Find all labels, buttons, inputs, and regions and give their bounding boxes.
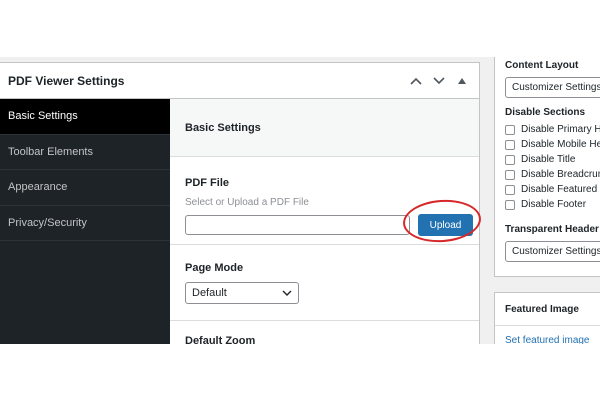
checkbox-disable-breadcrumb[interactable]: Disable Breadcrumb [505, 167, 600, 182]
checkbox-disable-mobile-header[interactable]: Disable Mobile Header [505, 137, 600, 152]
metabox-title: PDF Viewer Settings [8, 73, 125, 88]
section-title: Basic Settings [185, 121, 261, 134]
checkbox-label: Disable Featured Image [521, 184, 600, 195]
transparent-header-select[interactable]: Customizer Settings [505, 241, 600, 262]
pdf-file-label: PDF File [185, 177, 230, 189]
collapse-toggle-icon[interactable] [455, 74, 469, 88]
set-featured-image-link[interactable]: Set featured image [505, 335, 600, 344]
page-mode-field: Page Mode Default [170, 245, 479, 321]
checkbox[interactable] [505, 199, 515, 210]
settings-tabs: Basic Settings Toolbar Elements Appearan… [0, 99, 170, 344]
transparent-header-value: Customizer Settings [512, 246, 600, 257]
checkbox-label: Disable Title [521, 154, 576, 165]
checkbox-label: Disable Primary Header [521, 124, 600, 135]
tab-label: Privacy/Security [8, 216, 87, 229]
metabox-body: Basic Settings Toolbar Elements Appearan… [0, 99, 483, 344]
upload-button[interactable]: Upload [418, 214, 473, 236]
pdf-file-field: PDF File Select or Upload a PDF File Upl… [170, 157, 483, 245]
pdf-viewer-settings-metabox: PDF Viewer Settings Basic Settings Toolb… [0, 62, 483, 344]
tab-label: Toolbar Elements [8, 145, 93, 158]
default-zoom-field: Default Zoom [170, 321, 479, 344]
page-mode-label: Page Mode [185, 262, 244, 274]
checkbox[interactable] [505, 139, 515, 150]
tab-label: Appearance [8, 181, 68, 194]
featured-image-panel: Featured Image Set featured image [494, 292, 600, 344]
featured-image-header[interactable]: Featured Image [495, 293, 600, 326]
move-down-icon[interactable] [432, 74, 446, 88]
tab-privacy-security[interactable]: Privacy/Security [0, 206, 170, 241]
checkbox-disable-primary-header[interactable]: Disable Primary Header [505, 122, 600, 137]
section-header: Basic Settings [170, 99, 479, 157]
chevron-down-icon [282, 287, 292, 299]
page-settings-panel: Content Layout Customizer Settings Disab… [494, 57, 600, 277]
pdf-upload-row: Upload [185, 197, 483, 245]
checkbox[interactable] [505, 124, 515, 135]
checkbox[interactable] [505, 169, 515, 180]
tab-basic-settings[interactable]: Basic Settings [0, 99, 170, 135]
transparent-header-heading: Transparent Header [505, 224, 599, 235]
default-zoom-label: Default Zoom [185, 335, 256, 344]
checkbox[interactable] [505, 154, 515, 165]
page-mode-value: Default [192, 287, 227, 299]
content-layout-select[interactable]: Customizer Settings [505, 77, 600, 98]
metabox-header: PDF Viewer Settings [0, 63, 479, 99]
featured-image-heading: Featured Image [505, 303, 579, 315]
content-layout-heading: Content Layout [505, 60, 579, 71]
checkbox-label: Disable Footer [521, 199, 587, 210]
checkbox-disable-featured-image[interactable]: Disable Featured Image [505, 182, 600, 197]
move-up-icon[interactable] [409, 74, 423, 88]
page-mode-select[interactable]: Default [185, 282, 299, 304]
disable-sections-list: Disable Primary Header Disable Mobile He… [505, 122, 600, 212]
checkbox-disable-title[interactable]: Disable Title [505, 152, 600, 167]
wp-editor-screen: PDF Viewer Settings Basic Settings Toolb… [0, 57, 600, 344]
checkbox-disable-footer[interactable]: Disable Footer [505, 197, 600, 212]
checkbox[interactable] [505, 184, 515, 195]
checkbox-label: Disable Mobile Header [521, 139, 600, 150]
metabox-controls [409, 74, 469, 88]
checkbox-label: Disable Breadcrumb [521, 169, 600, 180]
settings-content: Basic Settings PDF File Select or Upload… [170, 99, 483, 344]
content-layout-value: Customizer Settings [512, 82, 600, 93]
disable-sections-heading: Disable Sections [505, 107, 586, 118]
pdf-file-input[interactable] [185, 215, 410, 235]
tab-appearance[interactable]: Appearance [0, 170, 170, 206]
tab-toolbar-elements[interactable]: Toolbar Elements [0, 135, 170, 170]
pdf-file-description: Select or Upload a PDF File [185, 197, 309, 208]
tab-label: Basic Settings [8, 110, 78, 123]
